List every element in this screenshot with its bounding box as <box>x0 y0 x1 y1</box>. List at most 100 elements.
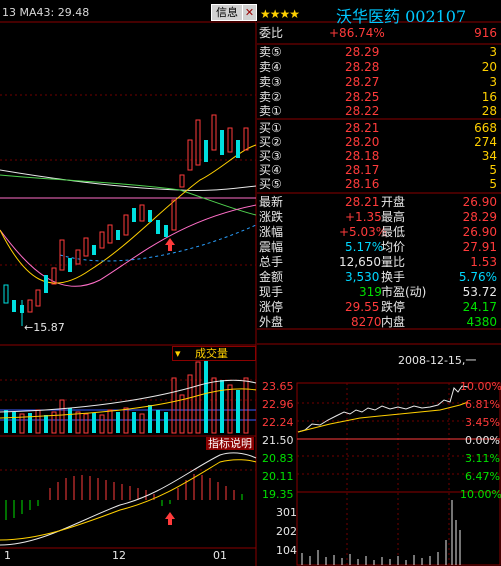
quote-extra: 28 <box>481 104 497 118</box>
quote-value: 28.25 <box>345 90 380 104</box>
bid-row: 买③ 28.18 34 <box>259 149 499 164</box>
quote-extra: 3 <box>489 75 497 89</box>
stats-row: 最新 28.21 开盘 26.90 <box>259 195 499 210</box>
pct-tick: 3.11% <box>465 452 500 465</box>
quote-extra: 274 <box>474 135 497 149</box>
ask-row: 卖⑤ 28.29 3 <box>259 45 499 60</box>
stat-value: 319 <box>359 285 382 299</box>
weibi-row: 委比 +86.74% 916 <box>259 26 499 41</box>
stat-value: 5.17% <box>345 240 384 254</box>
stats-row: 震幅 5.17% 均价 27.91 <box>259 240 499 255</box>
quote-value: 28.16 <box>345 177 380 191</box>
quote-value: 28.22 <box>345 104 380 118</box>
quote-label: 买① <box>259 121 282 135</box>
stat-label: 涨跌 <box>259 210 284 224</box>
stat-label: 最新 <box>259 195 284 209</box>
price-tick: 22.96 <box>262 398 294 411</box>
volume-tab-label: 成交量 <box>195 347 228 360</box>
price-tick: 20.11 <box>262 470 294 483</box>
quote-label: 卖⑤ <box>259 45 282 59</box>
stat-value: 1.53 <box>470 255 497 269</box>
price-tick: 19.35 <box>262 488 294 501</box>
stat-value: 5.76% <box>458 270 497 284</box>
price-tick: 22.24 <box>262 416 294 429</box>
stat-label: 最低 <box>381 225 406 239</box>
quote-label: 买② <box>259 135 282 149</box>
intraday-right-axis: 10.00% 6.81% 3.45% 0.00% 3.11% 6.47% 10.… <box>460 378 501 504</box>
ask-row: 卖① 28.22 28 <box>259 104 499 119</box>
stats-row: 金额 3,530 换手 5.76% <box>259 270 499 285</box>
bid-row: 买① 28.21 668 <box>259 121 499 136</box>
quote-value: +86.74% <box>329 26 385 40</box>
quote-extra: 5 <box>489 177 497 191</box>
pct-tick: 6.47% <box>465 470 500 483</box>
stat-label: 总手 <box>259 255 284 269</box>
quote-label: 买③ <box>259 149 282 163</box>
vol-tick: 301 <box>276 506 297 519</box>
stat-value: 26.90 <box>462 195 497 209</box>
stat-value: 24.17 <box>462 300 497 314</box>
vol-tick: 104 <box>276 544 297 557</box>
stat-label: 内盘 <box>381 315 406 329</box>
pct-tick: 0.00% <box>465 434 500 447</box>
price-tick: 20.83 <box>262 452 294 465</box>
quote-value: 28.18 <box>345 149 380 163</box>
quote-extra: 916 <box>474 26 497 40</box>
stat-value: +5.03% <box>339 225 388 239</box>
stat-label: 跌停 <box>381 300 406 314</box>
stat-label: 量比 <box>381 255 406 269</box>
quote-extra: 20 <box>481 60 497 74</box>
stat-label: 外盘 <box>259 315 284 329</box>
ask-row: 卖③ 28.27 3 <box>259 75 499 90</box>
price-tick: 23.65 <box>262 380 294 393</box>
quote-extra: 16 <box>481 90 497 104</box>
stats-row: 现手 319 市盈(动) 53.72 <box>259 285 499 300</box>
quote-label: 买④ <box>259 163 282 177</box>
pct-tick: 10.00% <box>460 488 501 501</box>
stock-title: 沃华医药 002107 <box>336 7 467 26</box>
stat-label: 最高 <box>381 210 406 224</box>
chevron-down-icon: ▾ <box>175 347 181 360</box>
indicator-help-button[interactable]: 指标说明 <box>206 437 254 450</box>
xaxis-label-01: 01 <box>213 549 227 562</box>
stat-value: 28.29 <box>462 210 497 224</box>
quote-value: 28.27 <box>345 75 380 89</box>
volume-tab[interactable]: 成交量 ▾ <box>172 346 256 361</box>
vol-tick: 202 <box>276 525 297 538</box>
stat-value: +1.35 <box>345 210 382 224</box>
intraday-date: 2008-12-15,一 <box>398 354 477 367</box>
stats-row: 涨幅 +5.03% 最低 26.90 <box>259 225 499 240</box>
ask-row: 卖④ 28.28 20 <box>259 60 499 75</box>
quote-label: 卖① <box>259 104 282 118</box>
quote-value: 28.17 <box>345 163 380 177</box>
intraday-left-axis: 23.65 22.96 22.24 21.50 20.83 20.11 19.3… <box>262 378 294 504</box>
stat-label: 涨幅 <box>259 225 284 239</box>
stat-label: 涨停 <box>259 300 284 314</box>
quote-extra: 668 <box>474 121 497 135</box>
stat-label: 换手 <box>381 270 406 284</box>
indicator-help-label: 指标说明 <box>208 437 252 450</box>
quote-label: 买⑤ <box>259 177 282 191</box>
stats-row: 总手 12,650 量比 1.53 <box>259 255 499 270</box>
stats-row: 涨跌 +1.35 最高 28.29 <box>259 210 499 225</box>
stat-label: 金额 <box>259 270 284 284</box>
stat-value: 27.91 <box>462 240 497 254</box>
xaxis-label-12: 12 <box>112 549 126 562</box>
stat-value: 3,530 <box>345 270 380 284</box>
price-tick: 21.50 <box>262 434 294 447</box>
pct-tick: 3.45% <box>465 416 500 429</box>
stat-label: 均价 <box>381 240 406 254</box>
quote-label: 委比 <box>259 26 284 40</box>
bid-row: 买② 28.20 274 <box>259 135 499 150</box>
quote-label: 卖④ <box>259 60 282 74</box>
stats-row: 涨停 29.55 跌停 24.17 <box>259 300 499 315</box>
bid-row: 买⑤ 28.16 5 <box>259 177 499 192</box>
bid-row: 买④ 28.17 5 <box>259 163 499 178</box>
stat-value: 4380 <box>466 315 497 329</box>
quote-value: 28.21 <box>345 121 380 135</box>
ask-row: 卖② 28.25 16 <box>259 90 499 105</box>
quote-value: 28.29 <box>345 45 380 59</box>
star-rating: ★★★★ <box>260 7 300 21</box>
quote-extra: 34 <box>481 149 497 163</box>
stat-value: 29.55 <box>345 300 380 314</box>
